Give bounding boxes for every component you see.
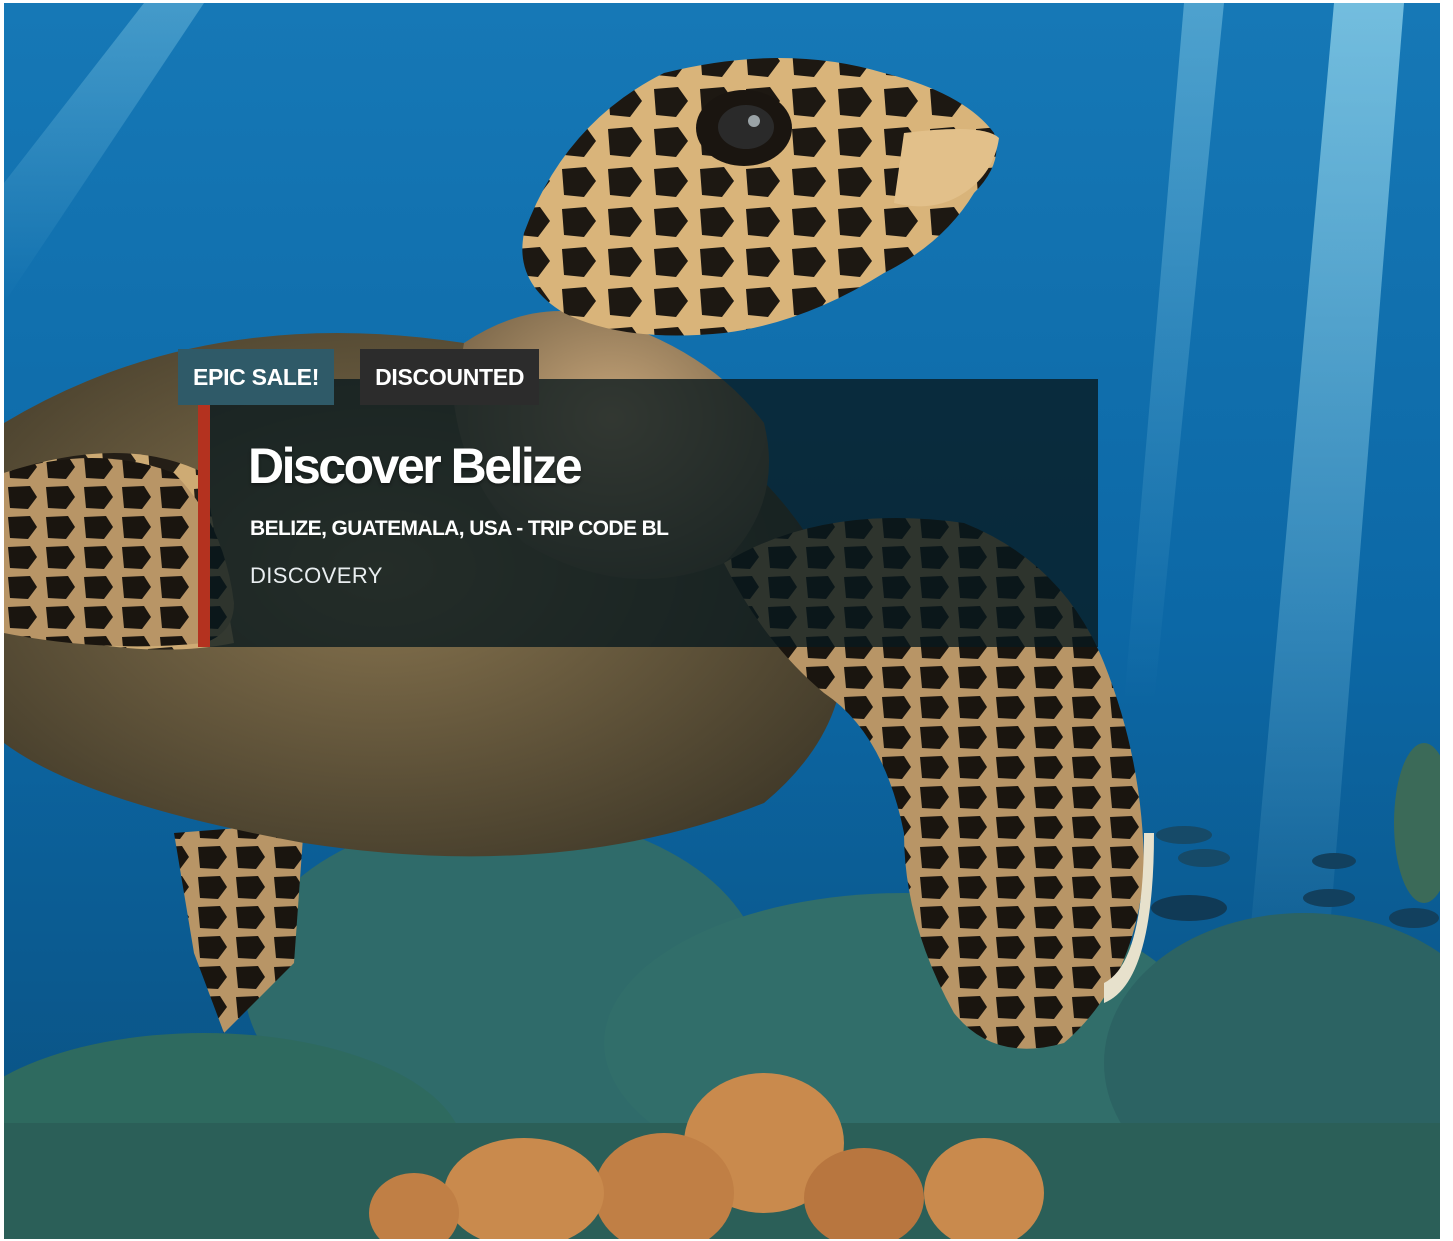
epic-sale-badge: EPIC SALE! <box>178 349 335 405</box>
trip-card[interactable]: EPIC SALE! DISCOUNTED Discover Belize BE… <box>4 3 1440 1239</box>
discounted-badge: DISCOUNTED <box>360 349 540 405</box>
trip-title[interactable]: Discover Belize <box>248 437 583 495</box>
badge-row: EPIC SALE! DISCOUNTED <box>178 349 540 405</box>
accent-bar <box>198 405 210 647</box>
trip-style-label: DISCOVERY <box>250 563 383 588</box>
trip-info-panel[interactable]: Discover Belize BELIZE, GUATEMALA, USA -… <box>198 379 1098 647</box>
trip-destinations: BELIZE, GUATEMALA, USA - TRIP CODE BL <box>250 517 669 540</box>
